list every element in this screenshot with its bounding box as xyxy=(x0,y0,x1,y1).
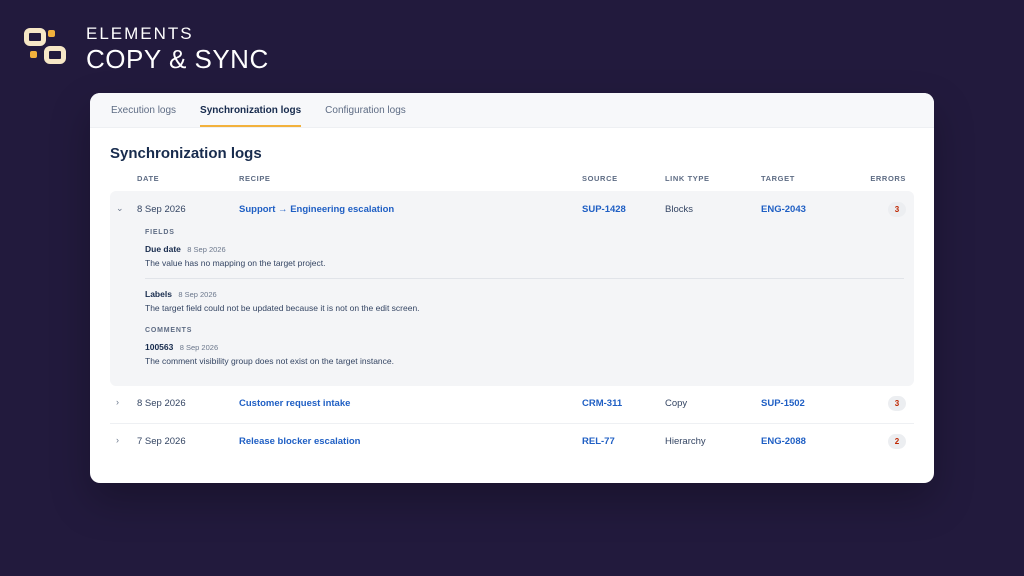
brand-product: COPY & SYNC xyxy=(86,44,269,74)
row-date: 8 Sep 2026 xyxy=(137,398,186,409)
column-header-date: DATE xyxy=(137,174,160,183)
copy-sync-logo-icon xyxy=(24,24,68,68)
row-date: 8 Sep 2026 xyxy=(137,204,186,215)
fields-section-label: FIELDS xyxy=(145,229,175,236)
tab-bar: Execution logs Synchronization logs Conf… xyxy=(90,93,934,128)
row-link-type: Hierarchy xyxy=(665,436,706,447)
row-source-link[interactable]: CRM-311 xyxy=(582,398,622,409)
row-recipe-link[interactable]: Customer request intake xyxy=(239,398,350,409)
row-target-link[interactable]: ENG-2088 xyxy=(761,436,806,447)
row-date: 7 Sep 2026 xyxy=(137,436,186,447)
row-source-link[interactable]: REL-77 xyxy=(582,436,615,447)
error-count-badge: 2 xyxy=(888,434,906,449)
comments-section-label: COMMENTS xyxy=(145,327,193,334)
row-target-link[interactable]: SUP-1502 xyxy=(761,398,805,409)
page-title: Synchronization logs xyxy=(110,145,262,162)
table-row[interactable]: ⌄ 8 Sep 2026 Support → Engineering escal… xyxy=(110,191,914,229)
row-target-link[interactable]: ENG-2043 xyxy=(761,204,806,215)
row-source-link[interactable]: SUP-1428 xyxy=(582,204,626,215)
chevron-right-icon[interactable]: › xyxy=(116,435,119,445)
field-error-entry: Due date 8 Sep 2026 The value has no map… xyxy=(145,244,904,268)
row-link-type: Blocks xyxy=(665,204,693,215)
column-header-errors: ERRORS xyxy=(870,174,906,183)
field-error-date: 8 Sep 2026 xyxy=(187,245,226,254)
error-count-badge: 3 xyxy=(888,396,906,411)
brand-company: ELEMENTS xyxy=(86,24,194,43)
tab-execution-logs[interactable]: Execution logs xyxy=(111,105,176,127)
field-error-message: The target field could not be updated be… xyxy=(145,303,420,313)
tab-configuration-logs[interactable]: Configuration logs xyxy=(325,105,406,127)
details-divider xyxy=(145,278,904,279)
field-error-name: Labels xyxy=(145,289,172,299)
chevron-right-icon[interactable]: › xyxy=(116,397,119,407)
field-error-name: Due date xyxy=(145,244,181,254)
column-header-link-type: LINK TYPE xyxy=(665,174,710,183)
field-error-message: The value has no mapping on the target p… xyxy=(145,258,326,268)
table-header: DATE RECIPE SOURCE LINK TYPE TARGET ERRO… xyxy=(110,174,914,188)
column-header-target: TARGET xyxy=(761,174,795,183)
column-header-source: SOURCE xyxy=(582,174,618,183)
logs-card: Execution logs Synchronization logs Conf… xyxy=(90,93,934,483)
comment-error-id: 100563 xyxy=(145,342,174,352)
tab-synchronization-logs[interactable]: Synchronization logs xyxy=(200,105,302,127)
error-details: FIELDS Due date 8 Sep 2026 The value has… xyxy=(145,229,904,366)
comment-error-entry: 100563 8 Sep 2026 The comment visibility… xyxy=(145,342,904,366)
field-error-date: 8 Sep 2026 xyxy=(178,290,217,299)
comment-error-message: The comment visibility group does not ex… xyxy=(145,356,394,366)
field-error-entry: Labels 8 Sep 2026 The target field could… xyxy=(145,289,904,313)
comment-error-date: 8 Sep 2026 xyxy=(179,343,219,352)
brand-text: ELEMENTS COPY & SYNC xyxy=(86,24,269,72)
row-link-type: Copy xyxy=(665,398,688,409)
column-header-recipe: RECIPE xyxy=(239,174,271,183)
table-row[interactable]: › 8 Sep 2026 Customer request intake CRM… xyxy=(110,385,914,423)
row-recipe-link[interactable]: Support → Engineering escalation xyxy=(239,204,394,215)
error-count-badge: 3 xyxy=(888,202,906,217)
table-row[interactable]: › 7 Sep 2026 Release blocker escalation … xyxy=(110,423,914,461)
chevron-down-icon[interactable]: ⌄ xyxy=(116,203,124,214)
row-recipe-link[interactable]: Release blocker escalation xyxy=(239,436,360,447)
brand-header: ELEMENTS COPY & SYNC xyxy=(24,24,269,72)
